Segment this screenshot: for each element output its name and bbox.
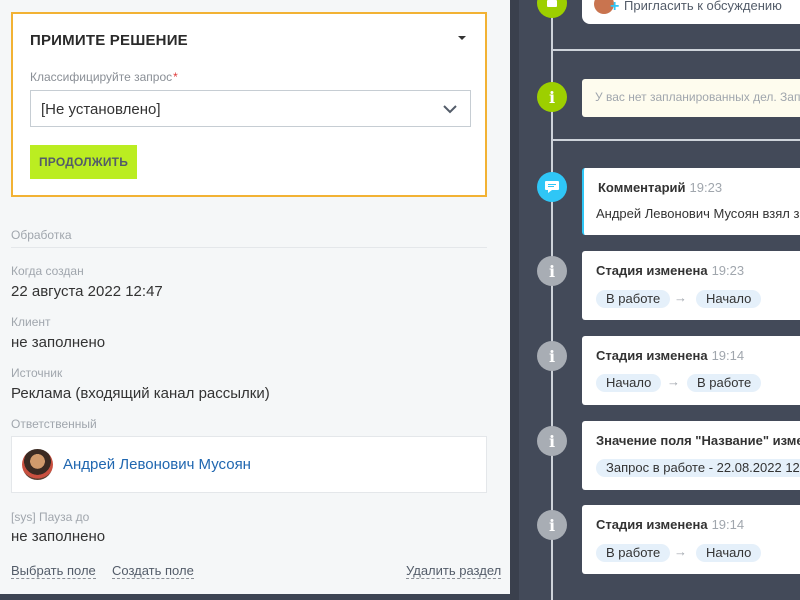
comment-time: 19:23	[689, 180, 723, 195]
decision-title: ПРИМИТЕ РЕШЕНИЕ	[30, 32, 188, 49]
event-time: 19:23	[711, 263, 745, 278]
arrow-right-icon: →	[667, 374, 680, 389]
client-label: Клиент	[11, 315, 51, 329]
stage-to-chip: В работе	[687, 374, 762, 392]
stage-to-chip: Начало	[696, 290, 762, 308]
avatar[interactable]	[22, 449, 53, 480]
left-bottom-strip	[0, 594, 510, 600]
arrow-right-icon: →	[674, 544, 687, 559]
section-title: Обработка	[11, 228, 72, 242]
field-change-card[interactable]: Значение поля "Название" изменено Запрос…	[582, 421, 800, 490]
event-header: Стадия изменена 19:14	[596, 517, 744, 532]
event-title: Стадия изменена	[596, 517, 708, 532]
info-icon: i	[537, 510, 567, 540]
event-time: 19:14	[711, 348, 745, 363]
created-label: Когда создан	[11, 264, 84, 278]
comment-title: Комментарий	[598, 180, 686, 195]
classify-label-text: Классифицируйте запрос	[30, 70, 173, 84]
comment-card[interactable]: Комментарий 19:23 Андрей Левонович Мусоян…	[582, 168, 800, 235]
pause-label: [sys] Пауза до	[11, 510, 90, 524]
stage-change-card[interactable]: Стадия изменена 19:14 Начало → В работе	[582, 336, 800, 405]
info-icon: i	[537, 82, 567, 112]
comment-icon	[537, 172, 567, 202]
invite-text: Пригласить к обсуждению	[624, 0, 782, 13]
invite-card[interactable]: + Пригласить к обсуждению	[582, 0, 800, 24]
timeline-divider	[551, 49, 800, 51]
classify-select-value: [Не установлено]	[41, 101, 161, 118]
stage-from-chip: В работе	[596, 544, 671, 562]
section-divider	[11, 247, 487, 248]
classify-select[interactable]: [Не установлено]	[30, 90, 471, 127]
event-time: 19:14	[711, 517, 745, 532]
panel-divider[interactable]	[510, 0, 519, 600]
info-icon: i	[537, 426, 567, 456]
responsible-name-link[interactable]: Андрей Левонович Мусоян	[63, 456, 251, 473]
create-field-link[interactable]: Создать поле	[112, 563, 194, 579]
client-value[interactable]: не заполнено	[11, 334, 105, 351]
stage-to-chip: Начало	[696, 544, 762, 562]
collapse-caret-icon[interactable]	[458, 36, 466, 40]
info-icon: i	[537, 341, 567, 371]
source-label: Источник	[11, 366, 63, 380]
source-value[interactable]: Реклама (входящий канал рассылки)	[11, 385, 270, 402]
created-value: 22 августа 2022 12:47	[11, 283, 163, 300]
comment-header: Комментарий 19:23	[598, 180, 722, 195]
no-activities-card: У вас нет запланированных дел. Запланиро…	[582, 79, 800, 117]
deal-sidebar: ПРИМИТЕ РЕШЕНИЕ Классифицируйте запрос* …	[0, 0, 510, 600]
no-activities-text[interactable]: У вас нет запланированных дел. Запланиро…	[595, 90, 800, 104]
required-mark: *	[173, 70, 178, 84]
pause-value[interactable]: не заполнено	[11, 528, 105, 545]
stage-change-card[interactable]: Стадия изменена 19:23 В работе → Начало	[582, 251, 800, 320]
event-title: Стадия изменена	[596, 348, 708, 363]
event-title: Стадия изменена	[596, 263, 708, 278]
delete-section-link[interactable]: Удалить раздел	[406, 563, 502, 579]
event-header: Стадия изменена 19:14	[596, 348, 744, 363]
stage-from-chip: Начало	[596, 374, 662, 392]
stage-from-chip: В работе	[596, 290, 671, 308]
comment-text: Андрей Левонович Мусоян взял запрос в ра…	[596, 206, 800, 221]
responsible-label: Ответственный	[11, 417, 97, 431]
classify-label: Классифицируйте запрос*	[30, 70, 178, 84]
timeline-divider-2	[551, 139, 800, 141]
info-icon: i	[537, 256, 567, 286]
comment-glyph	[545, 181, 559, 193]
event-title: Значение поля "Название" изменено	[596, 433, 800, 448]
plus-icon[interactable]: +	[610, 0, 619, 16]
chevron-down-icon	[443, 105, 457, 114]
stage-change-card[interactable]: Стадия изменена 19:14 В работе → Начало	[582, 505, 800, 574]
choose-field-link[interactable]: Выбрать поле	[11, 563, 96, 579]
chat-glyph	[547, 0, 557, 7]
field-value-chip: Запрос в работе - 22.08.2022 12:47	[596, 459, 800, 477]
event-header: Значение поля "Название" изменено	[596, 433, 800, 448]
decision-card: ПРИМИТЕ РЕШЕНИЕ Классифицируйте запрос* …	[11, 12, 487, 197]
event-header: Стадия изменена 19:23	[596, 263, 744, 278]
continue-button[interactable]: ПРОДОЛЖИТЬ	[30, 145, 137, 179]
arrow-right-icon: →	[674, 290, 687, 305]
responsible-box: Андрей Левонович Мусоян	[11, 436, 487, 493]
